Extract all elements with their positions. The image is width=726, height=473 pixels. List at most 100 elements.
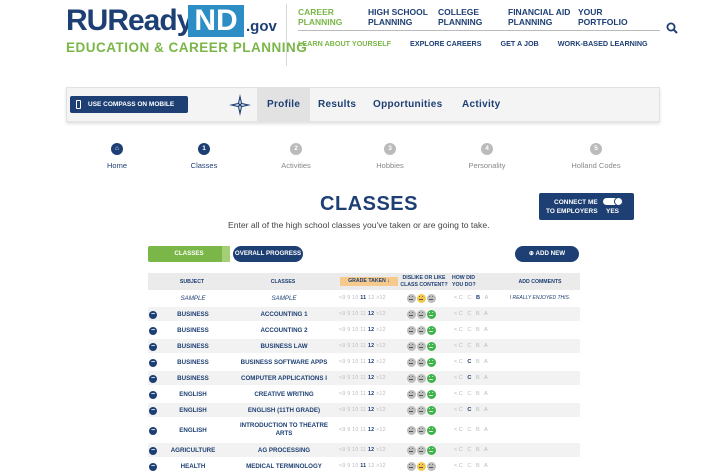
grade-option[interactable]: >12 xyxy=(376,311,386,317)
table-row[interactable]: SAMPLE SAMPLE <9 9 10 11 12 >12 <C C B A I R… xyxy=(148,291,580,305)
grade-selector[interactable]: <9 9 10 11 12 >12 xyxy=(339,407,386,413)
grade-option[interactable]: 12 xyxy=(368,407,376,413)
mark-option[interactable]: A xyxy=(484,343,489,349)
grade-selector[interactable]: <9 9 10 11 12 >12 xyxy=(339,327,386,333)
mark-option[interactable]: A xyxy=(484,327,489,333)
mark-option[interactable]: B xyxy=(476,427,484,433)
like-selector[interactable] xyxy=(407,341,436,351)
mark-option[interactable]: <C xyxy=(454,427,467,433)
like-selector[interactable] xyxy=(407,445,436,455)
grade-option[interactable]: 12 xyxy=(368,359,376,365)
dislike-face-icon[interactable] xyxy=(407,325,416,335)
mark-option[interactable]: A xyxy=(484,391,489,397)
grade-selector[interactable]: <9 9 10 11 12 >12 xyxy=(339,447,386,453)
grade-option[interactable]: 11 xyxy=(360,343,368,349)
mark-option[interactable]: A xyxy=(484,463,489,469)
subnav-learn-about-yourself[interactable]: LEARN ABOUT YOURSELF xyxy=(298,39,391,48)
step-holland-codes[interactable]: 5 Holland Codes xyxy=(556,143,636,170)
row-comment[interactable]: I REALLY ENJOYED THIS. xyxy=(500,295,580,301)
grade-option[interactable]: 11 xyxy=(360,463,368,469)
grade-option[interactable]: 11 xyxy=(360,311,368,317)
grade-selector[interactable]: <9 9 10 11 12 >12 xyxy=(339,311,386,317)
mark-selector[interactable]: <C C B A xyxy=(454,447,489,453)
grade-option[interactable]: 11 xyxy=(360,327,368,333)
grade-option[interactable]: 12 xyxy=(368,311,376,317)
table-row[interactable]: − BUSINESS BUSINESS SOFTWARE APPS <9 9 10 1… xyxy=(148,355,580,369)
grade-option[interactable]: 12 xyxy=(368,343,376,349)
remove-row-icon[interactable]: − xyxy=(149,407,157,415)
grade-option[interactable]: 11 xyxy=(360,359,368,365)
neutral-face-icon[interactable] xyxy=(417,373,426,383)
grade-option[interactable]: >12 xyxy=(376,295,386,301)
grade-option[interactable]: >12 xyxy=(376,359,386,365)
table-row[interactable]: − AGRICULTURE AG PROCESSING <9 9 10 11 12 >… xyxy=(148,443,580,457)
grade-selector[interactable]: <9 9 10 11 12 >12 xyxy=(339,375,386,381)
like-selector[interactable] xyxy=(407,373,436,383)
remove-row-icon[interactable]: − xyxy=(149,359,157,367)
grade-option[interactable]: 11 xyxy=(360,375,368,381)
step-home[interactable]: ⌂ Home xyxy=(77,143,157,170)
mark-option[interactable]: A xyxy=(484,359,489,365)
mark-option[interactable]: <C xyxy=(454,327,467,333)
dislike-face-icon[interactable] xyxy=(407,309,416,319)
mark-option[interactable]: C xyxy=(467,343,476,349)
mark-option[interactable]: <C xyxy=(454,447,467,453)
neutral-face-icon[interactable] xyxy=(417,405,426,415)
grade-option[interactable]: >12 xyxy=(376,343,386,349)
table-row[interactable]: − HEALTH MEDICAL TERMINOLOGY <9 9 10 11 12 … xyxy=(148,459,580,473)
mark-option[interactable]: C xyxy=(467,463,476,469)
mark-selector[interactable]: <C C B A xyxy=(454,375,489,381)
subnav-work-based-learning[interactable]: WORK-BASED LEARNING xyxy=(558,39,648,48)
mark-option[interactable]: C xyxy=(467,295,476,301)
table-row[interactable]: − ENGLISH CREATIVE WRITING <9 9 10 11 12 >1… xyxy=(148,387,580,401)
table-row[interactable]: − ENGLISH INTRODUCTION TO THEATRE ARTS <9 9… xyxy=(148,419,580,441)
grade-option[interactable]: <9 xyxy=(339,295,347,301)
neutral-face-icon[interactable] xyxy=(417,389,426,399)
connect-employers-toggle[interactable]: CONNECT ME TO EMPLOYERS YES xyxy=(539,193,634,220)
add-new-button[interactable]: ⊕ ADD NEW xyxy=(515,246,579,262)
mark-selector[interactable]: <C C B A xyxy=(454,407,489,413)
search-icon[interactable] xyxy=(666,22,678,34)
mark-selector[interactable]: <C C B A xyxy=(454,391,489,397)
grade-option[interactable]: 12 xyxy=(368,391,376,397)
like-selector[interactable] xyxy=(407,461,436,471)
tab-results[interactable]: Results xyxy=(318,88,356,122)
neutral-face-icon[interactable] xyxy=(417,445,426,455)
remove-row-icon[interactable]: − xyxy=(149,427,157,435)
grade-selector[interactable]: <9 9 10 11 12 >12 xyxy=(339,427,386,433)
mark-option[interactable]: C xyxy=(467,407,476,413)
grade-option[interactable]: <9 xyxy=(339,375,347,381)
like-face-icon[interactable] xyxy=(427,357,436,367)
grade-option[interactable]: <9 xyxy=(339,311,347,317)
grade-option[interactable]: 11 xyxy=(360,391,368,397)
like-selector[interactable] xyxy=(407,425,436,435)
grade-option[interactable]: 11 xyxy=(360,295,368,301)
mark-option[interactable]: C xyxy=(467,447,476,453)
mark-option[interactable]: B xyxy=(476,343,484,349)
grade-selector[interactable]: <9 9 10 11 12 >12 xyxy=(339,391,386,397)
remove-row-icon[interactable]: − xyxy=(149,447,157,455)
dislike-face-icon[interactable] xyxy=(407,461,416,471)
grade-option[interactable]: >12 xyxy=(376,447,386,453)
mark-option[interactable]: B xyxy=(476,295,485,301)
mark-option[interactable]: A xyxy=(484,375,489,381)
mark-option[interactable]: A xyxy=(484,427,489,433)
mark-option[interactable]: <C xyxy=(454,407,467,413)
topnav-college-planning[interactable]: COLLEGE PLANNING xyxy=(438,7,508,27)
grade-option[interactable]: >12 xyxy=(376,391,386,397)
like-face-icon[interactable] xyxy=(427,389,436,399)
remove-row-icon[interactable]: − xyxy=(149,327,157,335)
dislike-face-icon[interactable] xyxy=(407,405,416,415)
topnav-high-school-planning[interactable]: HIGH SCHOOL PLANNING xyxy=(368,7,438,27)
like-selector[interactable] xyxy=(407,357,436,367)
mark-option[interactable]: B xyxy=(476,463,484,469)
like-face-icon[interactable] xyxy=(427,405,436,415)
neutral-face-icon[interactable] xyxy=(417,293,426,303)
grade-option[interactable]: 12 xyxy=(368,427,376,433)
topnav-career-planning[interactable]: CAREER PLANNING xyxy=(298,7,368,27)
grade-option[interactable]: <9 xyxy=(339,407,347,413)
dislike-face-icon[interactable] xyxy=(407,373,416,383)
mark-option[interactable]: <C xyxy=(454,343,467,349)
grade-option[interactable]: <9 xyxy=(339,447,347,453)
mark-option[interactable]: <C xyxy=(454,391,467,397)
